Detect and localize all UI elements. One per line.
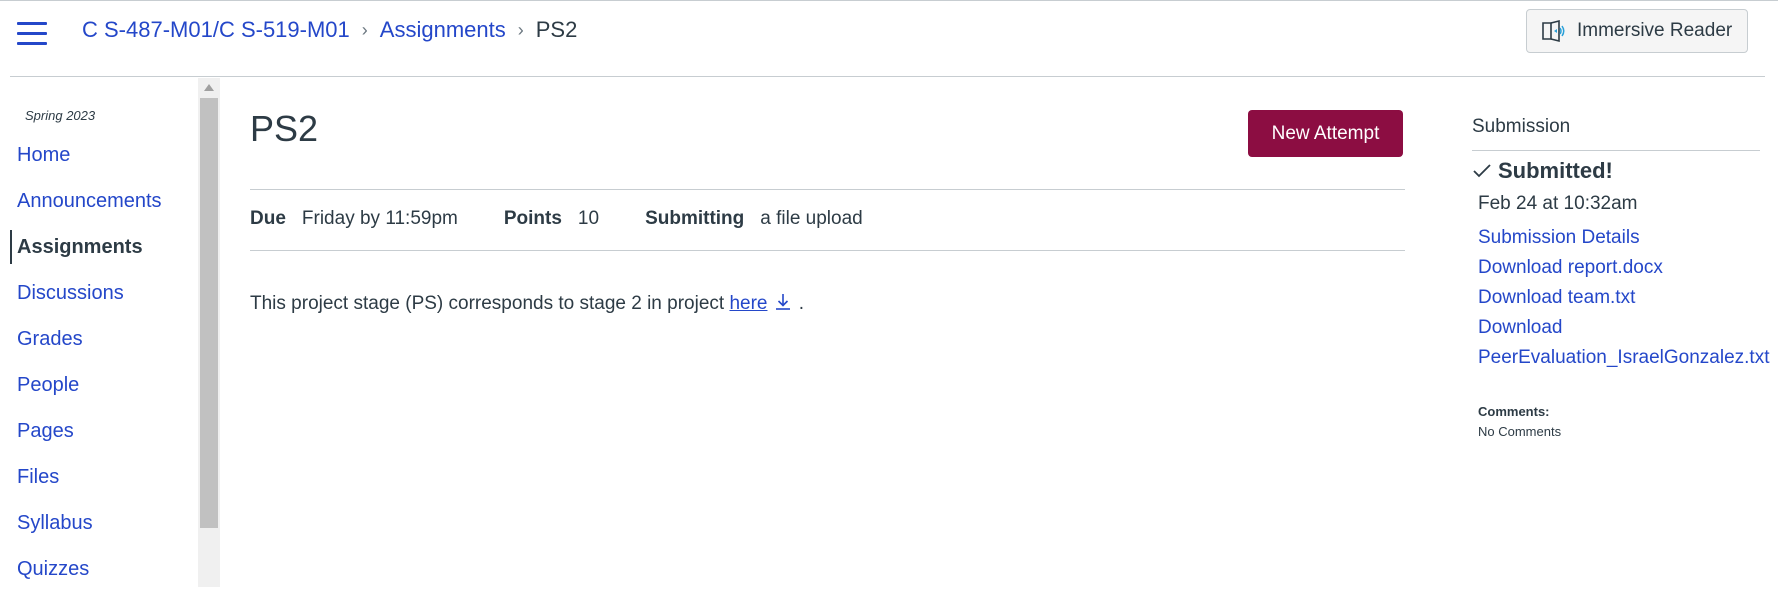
points-label: Points [503,208,562,229]
download-report-link[interactable]: Download report.docx [1478,253,1770,283]
divider [250,250,1405,251]
page-title: PS2 [250,108,319,149]
scrollbar-thumb[interactable] [200,98,218,528]
breadcrumb-chevron-icon: › [361,19,368,40]
points-value: 10 [577,208,600,229]
download-icon[interactable] [773,292,793,312]
sidebar-item-home[interactable]: Home [10,132,198,178]
divider [1472,150,1760,151]
breadcrumb-course-link[interactable]: C S-487-M01/C S-519-M01 [82,17,350,43]
submission-status: Submitted! [1472,158,1613,184]
breadcrumb-chevron-icon: › [517,19,524,40]
course-navigation: Spring 2023 Home Announcements Assignmen… [10,78,198,587]
description-here-link[interactable]: here [729,293,767,314]
description-end: . [793,293,805,314]
checkmark-icon [1473,164,1491,178]
sidebar-item-announcements[interactable]: Announcements [10,178,198,224]
breadcrumb-current: PS2 [535,17,578,42]
immersive-reader-label: Immersive Reader [1577,20,1733,41]
submitting-value: a file upload [760,208,863,229]
submission-date: Feb 24 at 10:32am [1478,193,1638,214]
sidebar-item-files[interactable]: Files [10,454,198,500]
breadcrumb-assignments-link[interactable]: Assignments [380,17,506,43]
due-value: Friday by 11:59pm [301,208,458,229]
breadcrumb: C S-487-M01/C S-519-M01 › Assignments › … [82,17,577,43]
description-text: This project stage (PS) corresponds to s… [250,293,730,314]
assignment-details: Due Friday by 11:59pm Points 10 Submitti… [250,208,909,230]
sidebar-scrollbar[interactable] [198,78,220,587]
sidebar-item-grades[interactable]: Grades [10,316,198,362]
submission-links: Submission Details Download report.docx … [1478,223,1770,373]
download-team-link[interactable]: Download team.txt [1478,283,1770,313]
submission-heading: Submission [1472,116,1571,137]
sidebar-item-people[interactable]: People [10,362,198,408]
due-label: Due [250,208,286,229]
scroll-up-arrow-icon[interactable] [204,84,214,91]
sidebar-item-quizzes[interactable]: Quizzes [10,546,198,592]
new-attempt-button[interactable]: New Attempt [1248,110,1403,157]
header-divider [10,76,1765,77]
comments-label: Comments: [1478,404,1550,419]
submitting-label: Submitting [645,208,745,229]
sidebar-item-syllabus[interactable]: Syllabus [10,500,198,546]
immersive-reader-icon [1542,19,1565,43]
page-header: C S-487-M01/C S-519-M01 › Assignments › … [0,1,1778,77]
submission-details-link[interactable]: Submission Details [1478,223,1770,253]
hamburger-menu-icon[interactable] [17,21,47,45]
comments-value: No Comments [1478,424,1562,439]
download-peer-evaluation-link[interactable]: Download [1478,313,1770,343]
course-nav-list: Home Announcements Assignments Discussio… [10,132,198,592]
assignment-description: This project stage (PS) corresponds to s… [250,292,804,315]
download-peer-evaluation-filename[interactable]: PeerEvaluation_IsraelGonzalez.txt [1478,343,1770,373]
submitted-label: Submitted! [1498,158,1613,183]
immersive-reader-button[interactable]: Immersive Reader [1526,9,1748,53]
sidebar-item-pages[interactable]: Pages [10,408,198,454]
sidebar-item-discussions[interactable]: Discussions [10,270,198,316]
divider [250,189,1405,190]
sidebar-item-assignments[interactable]: Assignments [10,224,198,270]
term-label: Spring 2023 [25,108,96,123]
